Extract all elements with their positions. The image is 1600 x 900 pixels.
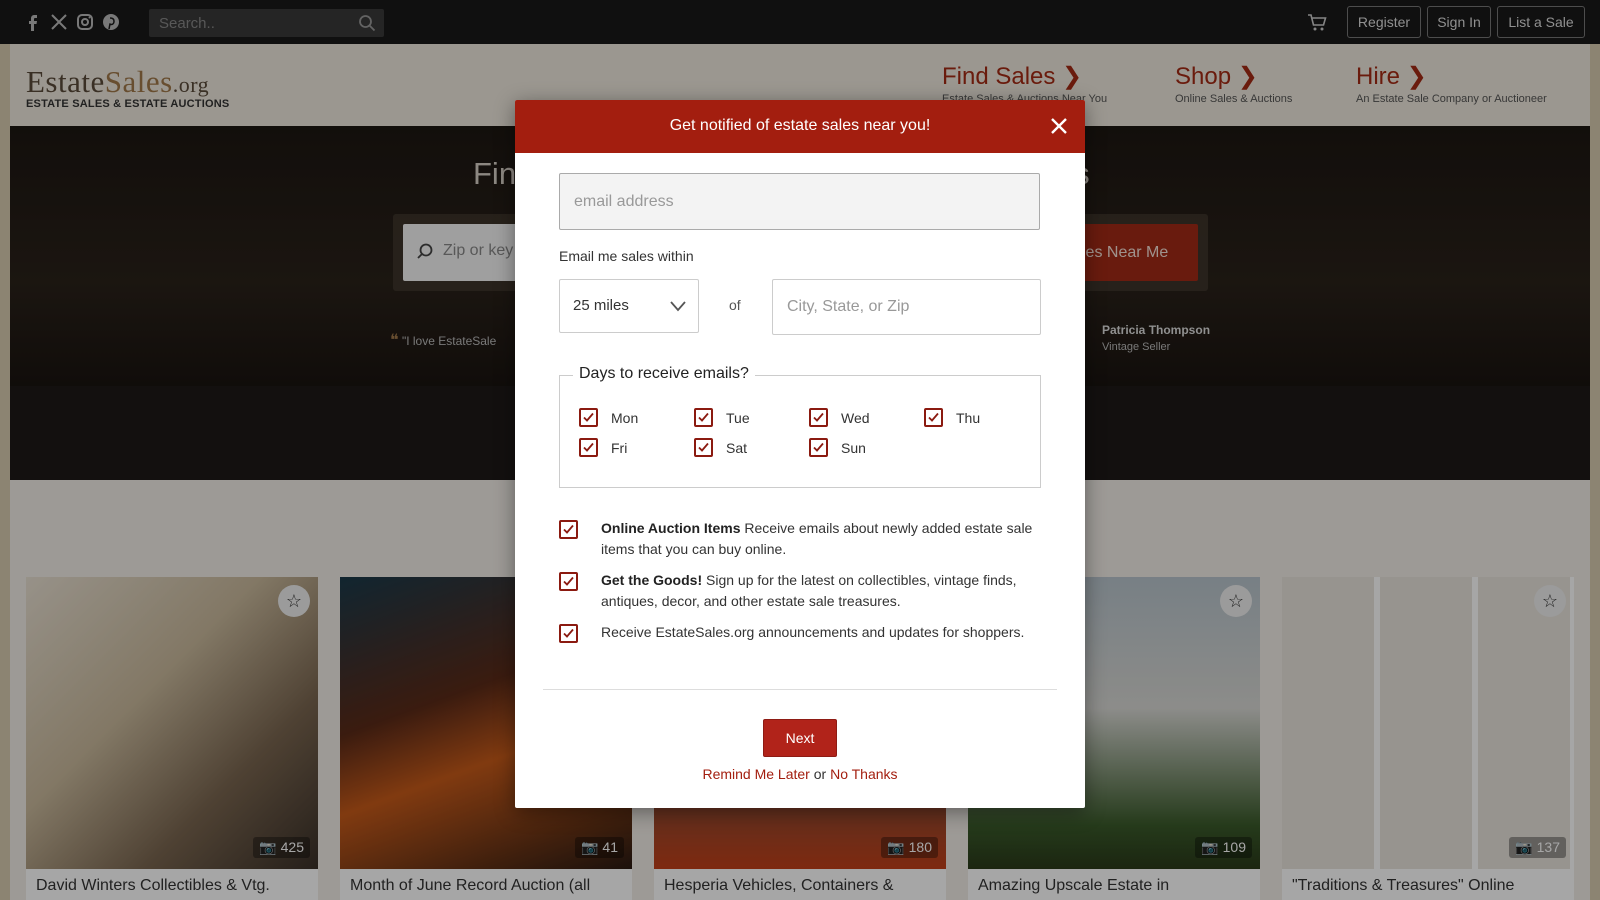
checkbox-checked-icon[interactable] bbox=[694, 408, 713, 427]
checkbox-checked-icon[interactable] bbox=[924, 408, 943, 427]
email-alert-modal: Get notified of estate sales near you! E… bbox=[515, 100, 1085, 808]
checkbox-checked-icon[interactable] bbox=[579, 438, 598, 457]
option-get-the-goods-text: Get the Goods! Sign up for the latest on… bbox=[601, 570, 1049, 612]
checkbox-checked-icon[interactable] bbox=[559, 572, 578, 591]
checkbox-checked-icon[interactable] bbox=[559, 624, 578, 643]
checkbox-checked-icon[interactable] bbox=[694, 438, 713, 457]
day-label: Sat bbox=[726, 440, 748, 456]
days-legend: Days to receive emails? bbox=[573, 365, 755, 383]
modal-header: Get notified of estate sales near you! bbox=[515, 100, 1085, 153]
checkbox-checked-icon[interactable] bbox=[809, 438, 828, 457]
modal-divider bbox=[543, 689, 1057, 690]
checkbox-checked-icon[interactable] bbox=[809, 408, 828, 427]
option-online-auction-text: Online Auction Items Receive emails abou… bbox=[601, 518, 1049, 560]
checkbox-checked-icon[interactable] bbox=[559, 520, 578, 539]
remind-later-link[interactable]: Remind Me Later bbox=[702, 766, 809, 782]
chevron-down-icon bbox=[670, 301, 686, 312]
option-bold: Online Auction Items bbox=[601, 520, 741, 536]
day-label: Tue bbox=[726, 410, 750, 426]
option-desc: Receive EstateSales.org announcements an… bbox=[601, 624, 1025, 640]
day-label: Mon bbox=[611, 410, 639, 426]
checkbox-checked-icon[interactable] bbox=[579, 408, 598, 427]
option-bold: Get the Goods! bbox=[601, 572, 703, 588]
of-label: of bbox=[729, 297, 741, 313]
email-field[interactable] bbox=[559, 173, 1040, 230]
modal-title: Get notified of estate sales near you! bbox=[669, 117, 931, 134]
next-button[interactable]: Next bbox=[763, 719, 837, 757]
days-fieldset bbox=[559, 375, 1041, 488]
option-announcements-text: Receive EstateSales.org announcements an… bbox=[601, 622, 1049, 643]
day-label: Sun bbox=[841, 440, 866, 456]
location-field[interactable] bbox=[772, 279, 1041, 335]
day-label: Wed bbox=[841, 410, 870, 426]
day-label: Fri bbox=[611, 440, 628, 456]
close-icon[interactable] bbox=[1047, 114, 1071, 138]
distance-value: 25 miles bbox=[573, 297, 629, 314]
within-label: Email me sales within bbox=[559, 248, 694, 264]
dismiss-row: Remind Me Later or No Thanks bbox=[515, 766, 1085, 782]
distance-select[interactable]: 25 miles bbox=[559, 279, 699, 333]
day-label: Thu bbox=[956, 410, 981, 426]
or-text: or bbox=[813, 766, 827, 782]
no-thanks-link[interactable]: No Thanks bbox=[830, 766, 897, 782]
